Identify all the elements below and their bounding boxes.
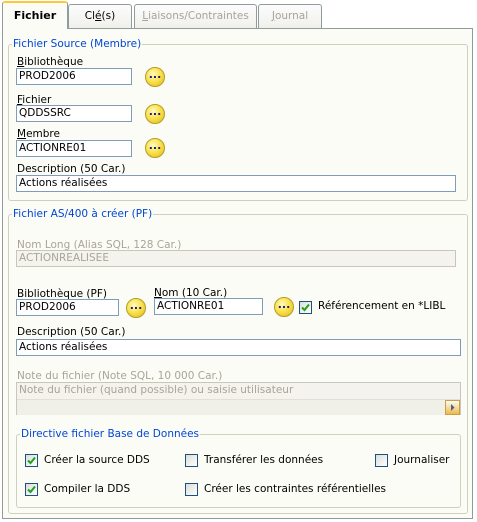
target-name-field[interactable]: ACTIONRE01 [154,298,263,315]
transfer-data-checkbox[interactable] [185,454,198,467]
source-library-label: Bibliothèque [17,56,84,68]
directive-group-legend: Directive fichier Base de Données [21,428,200,440]
compile-dds-checkbox[interactable] [25,483,38,496]
long-name-field[interactable]: ACTIONREALISEE [16,250,456,267]
tab-journal[interactable]: Journal [258,4,322,28]
target-description-field[interactable]: Actions réalisées [16,339,461,356]
referencing-label: Référencement en *LIBL [318,300,446,312]
note-label: Note du fichier (Note SQL, 10 000 Car.) [17,370,223,382]
directive-group: Directive fichier Base de Données [16,428,461,508]
target-group-legend: Fichier AS/400 à créer (PF) [13,208,153,220]
referential-constraints-checkbox[interactable] [185,483,198,496]
source-file-browse-button[interactable]: ... [145,104,165,124]
source-description-field[interactable]: Actions réalisées [16,175,456,192]
referential-constraints-label: Créer les contraintes référentielles [204,483,387,495]
note-text: Note du fichier (quand possible) ou sais… [19,384,294,396]
target-library-browse-button[interactable]: ... [126,298,146,318]
source-group-legend: Fichier Source (Membre) [13,38,142,50]
transfer-data-label: Transférer les données [204,454,324,466]
target-name-browse-button[interactable]: ... [274,297,294,317]
source-member-browse-button[interactable]: ... [145,138,165,158]
source-library-browse-button[interactable]: ... [145,67,165,87]
checkmark-icon [301,303,310,312]
referencing-checkbox[interactable] [299,301,312,314]
tab-label: Liaisons/Contraintes [142,10,249,22]
arrow-right-icon [451,404,455,411]
checkmark-icon [27,456,36,465]
tab-label: Fichier [13,9,57,22]
tab-fichier[interactable]: Fichier [2,1,68,29]
target-library-field[interactable]: PROD2006 [16,299,119,316]
tab-label: Journal [271,10,309,22]
tab-label: Clé(s) [84,10,116,22]
target-description-label: Description (50 Car.) [17,326,126,338]
note-scrollbar[interactable] [17,399,460,415]
source-member-label: Membre [17,128,60,140]
scroll-right-button[interactable] [445,400,460,415]
journal-label: Journaliser [394,454,450,466]
checkmark-icon [27,485,36,494]
journal-checkbox[interactable] [375,454,388,467]
compile-dds-label: Compiler la DDS [44,483,131,495]
tab-cles[interactable]: Clé(s) [68,4,132,28]
create-source-label: Créer la source DDS [44,454,150,466]
source-library-field[interactable]: PROD2006 [16,68,132,85]
create-source-checkbox[interactable] [25,454,38,467]
source-file-field[interactable]: QDDSSRC [16,105,132,122]
tab-liaisons-contraintes[interactable]: Liaisons/Contraintes [134,4,257,28]
source-member-field[interactable]: ACTIONRE01 [16,140,132,157]
source-description-label: Description (50 Car.) [17,163,126,175]
